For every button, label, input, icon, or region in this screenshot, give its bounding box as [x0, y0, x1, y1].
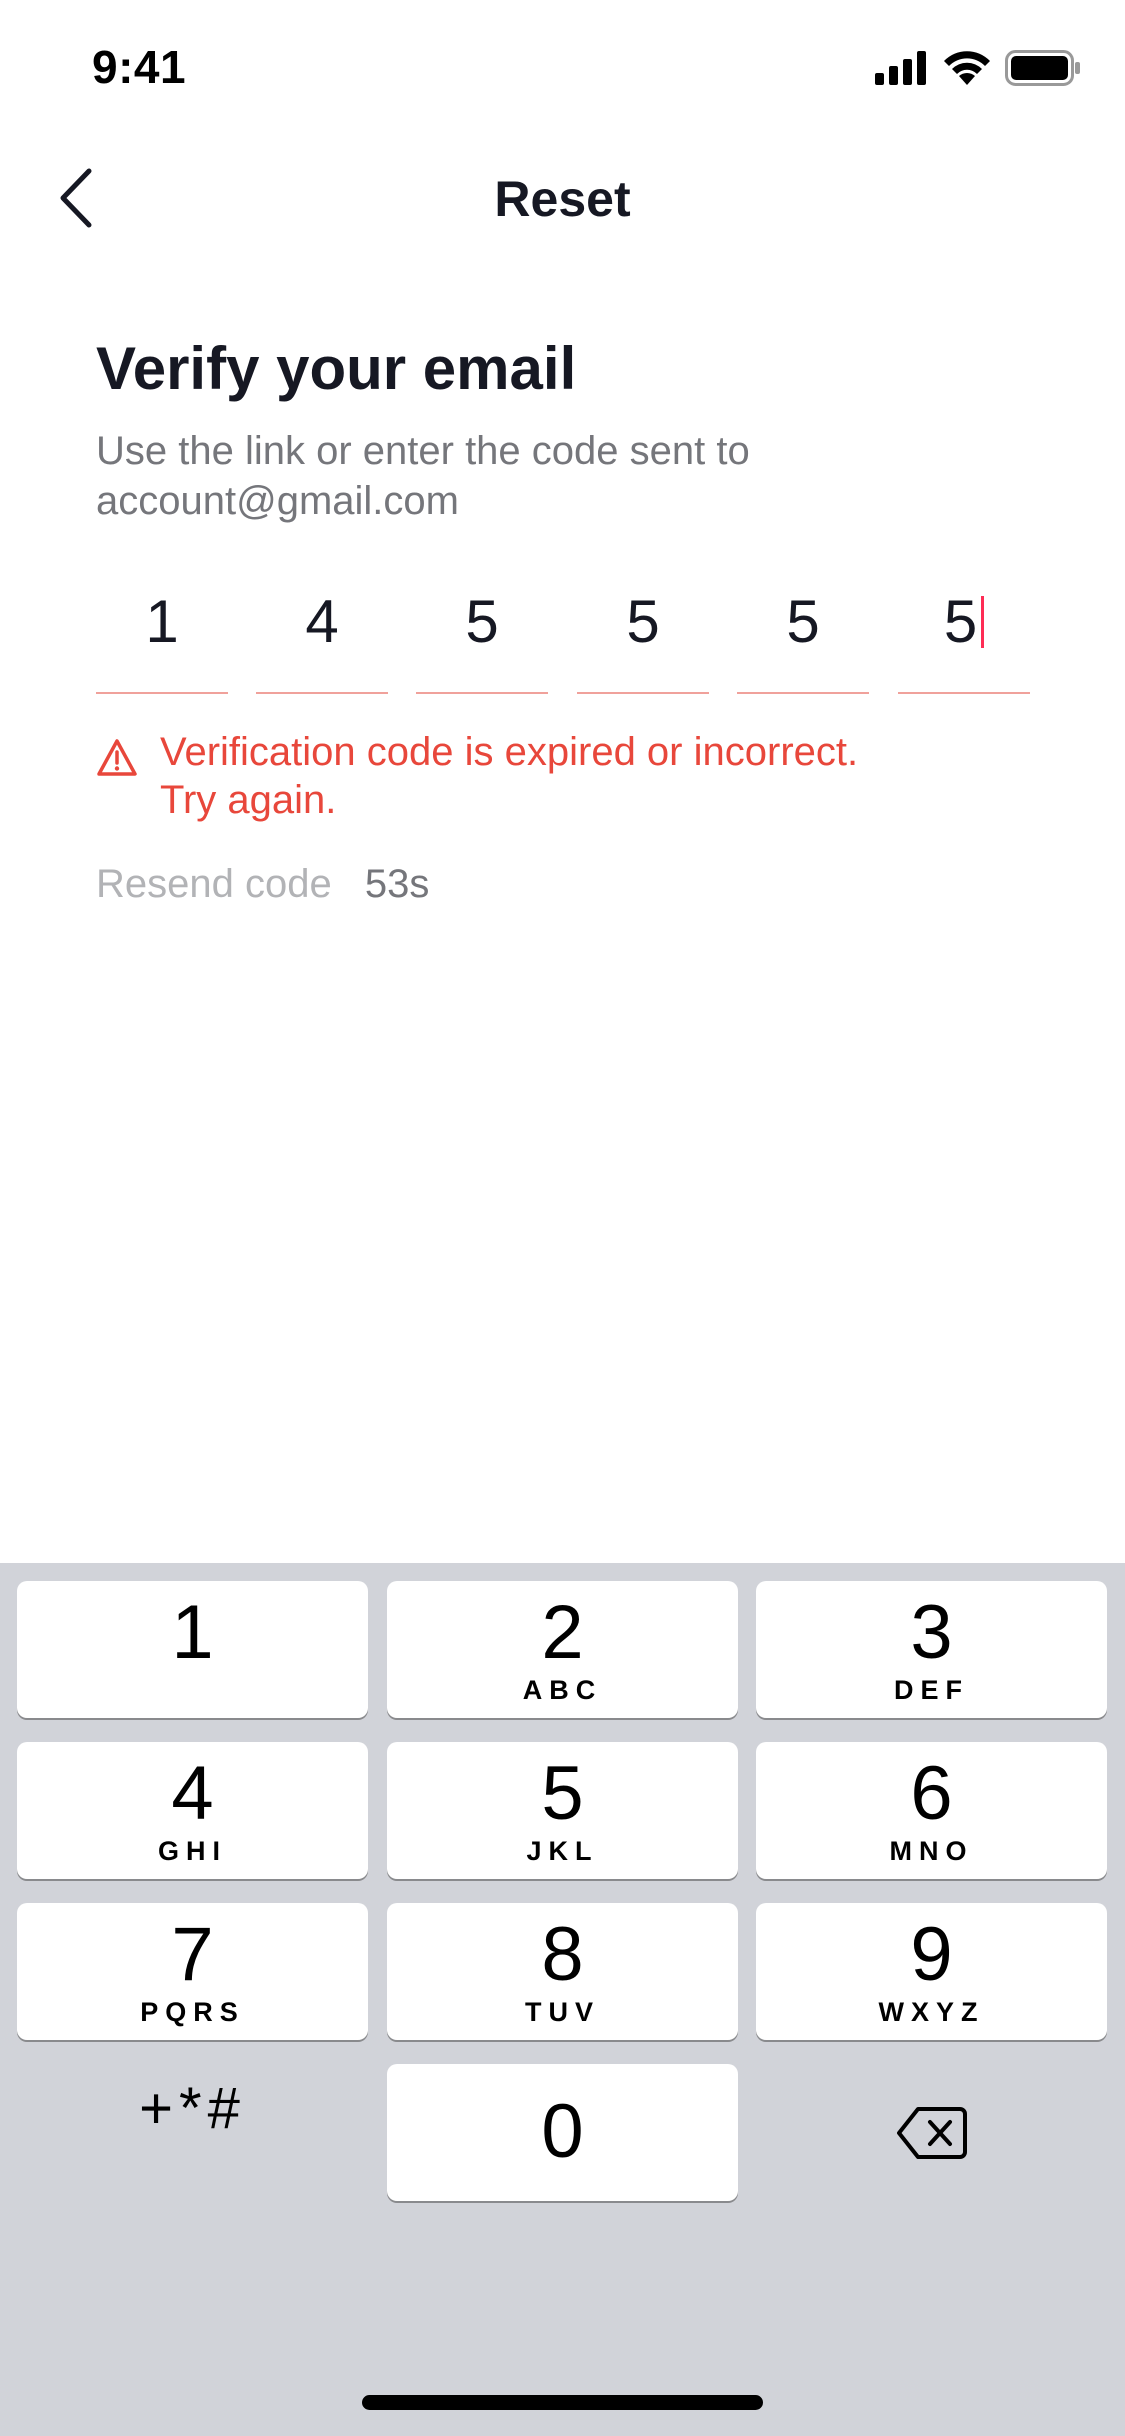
verification-code-input[interactable]: 1 4 5 5 5 5 — [96, 580, 1030, 694]
key-5[interactable]: 5 JKL — [387, 1742, 738, 1879]
resend-code-label: Resend code — [96, 862, 332, 906]
text-caret — [981, 596, 985, 649]
resend-code: Resend code 53s — [96, 860, 429, 908]
cellular-signal-icon — [875, 50, 929, 90]
key-0[interactable]: 0 — [387, 2064, 738, 2201]
instruction-text: Use the link or enter the code sent to a… — [96, 426, 1026, 526]
code-digit-5[interactable]: 5 — [737, 580, 869, 694]
key-1[interactable]: 1 — [17, 1581, 368, 1718]
delete-key[interactable] — [756, 2064, 1107, 2201]
resend-countdown: 53s — [364, 862, 430, 906]
nav-bar: Reset — [0, 132, 1125, 264]
key-4[interactable]: 4 GHI — [17, 1742, 368, 1879]
code-digit-6[interactable]: 5 — [898, 580, 1030, 694]
key-7[interactable]: 7 PQRS — [17, 1903, 368, 2040]
status-time: 9:41 — [92, 41, 187, 93]
page-title: Reset — [494, 171, 631, 227]
code-digit-4[interactable]: 5 — [577, 580, 709, 694]
code-digit-3[interactable]: 5 — [416, 580, 548, 694]
key-9[interactable]: 9 WXYZ — [756, 1903, 1107, 2040]
error-line: Verification code is expired or incorrec… — [160, 730, 859, 774]
status-bar: 9:41 — [0, 0, 1125, 132]
error-text: Verification code is expired or incorrec… — [160, 728, 1030, 824]
error-line: Try again. — [160, 778, 337, 822]
status-icons — [875, 49, 1081, 91]
key-2[interactable]: 2 ABC — [387, 1581, 738, 1718]
key-3[interactable]: 3 DEF — [756, 1581, 1107, 1718]
home-indicator[interactable] — [362, 2395, 763, 2410]
key-8[interactable]: 8 TUV — [387, 1903, 738, 2040]
key-6[interactable]: 6 MNO — [756, 1742, 1107, 1879]
battery-icon — [1005, 49, 1081, 91]
warning-triangle-icon — [97, 739, 137, 776]
backspace-icon — [896, 2106, 967, 2159]
code-digit-2[interactable]: 4 — [256, 580, 388, 694]
verify-heading: Verify your email — [96, 335, 577, 402]
symbols-key[interactable]: +*# — [17, 2040, 368, 2177]
wifi-icon — [943, 50, 991, 90]
code-digit-1[interactable]: 1 — [96, 580, 228, 694]
email-address: account@gmail.com — [96, 479, 459, 523]
numeric-keyboard: 1 2 ABC 3 DEF 4 GHI 5 JKL 6 MNO 7 PQRS 8… — [0, 1563, 1125, 2436]
instruction-line: Use the link or enter the code sent to — [96, 429, 750, 473]
